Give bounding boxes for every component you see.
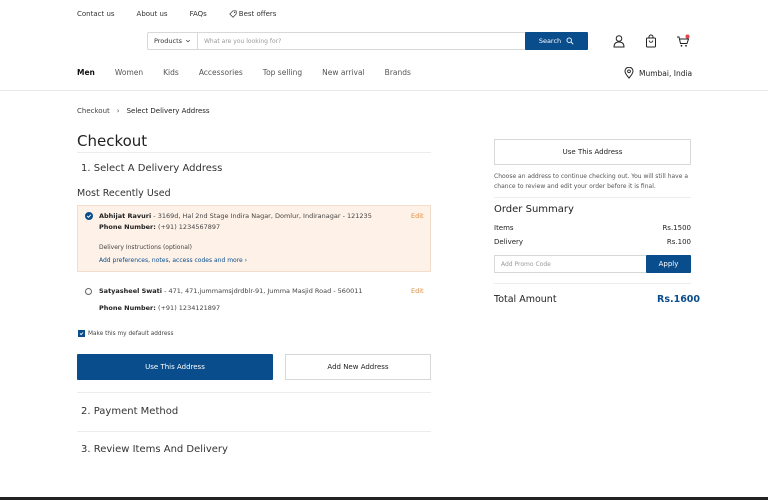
category-select[interactable]: Products	[148, 33, 198, 49]
add-preferences-link[interactable]: Add preferences, notes, access codes and…	[99, 257, 247, 264]
user-icon[interactable]	[612, 33, 626, 48]
phone-number: (+91) 1234121897	[155, 304, 221, 312]
top-links: Contact us About us FAQs Best offers	[77, 10, 276, 18]
delivery-label: Delivery	[494, 238, 524, 246]
nav-item-new-arrival[interactable]: New arrival	[322, 68, 365, 77]
address-detail: - 471, 471,jummamsjdrdblr-91, Jumma Masj…	[162, 287, 363, 295]
items-row: Items Rs.1500	[494, 224, 691, 232]
header-divider	[0, 90, 768, 91]
check-icon	[79, 332, 84, 336]
promo-code-field: Apply	[494, 255, 691, 273]
delivery-value: Rs.100	[666, 238, 691, 246]
edit-address-link[interactable]: Edit	[411, 212, 424, 220]
about-us-link[interactable]: About us	[137, 10, 168, 18]
delivery-row: Delivery Rs.100	[494, 238, 691, 246]
search-icon	[566, 37, 574, 45]
chevron-down-icon	[185, 39, 191, 43]
nav-item-top-selling[interactable]: Top selling	[263, 68, 302, 77]
promo-code-input[interactable]	[495, 260, 646, 268]
offer-tag-icon	[229, 10, 237, 18]
search-input[interactable]	[198, 33, 525, 49]
contact-us-link[interactable]: Contact us	[77, 10, 115, 18]
nav-item-kids[interactable]: Kids	[163, 68, 179, 77]
edit-address-link[interactable]: Edit	[411, 287, 424, 295]
location-selector[interactable]: Mumbai, India	[624, 67, 692, 79]
phone-line: Phone Number: (+91) 1234567897	[99, 223, 220, 231]
shopping-bag-icon[interactable]	[644, 33, 658, 48]
step-divider	[77, 431, 431, 432]
nav-item-brands[interactable]: Brands	[385, 68, 411, 77]
faqs-link[interactable]: FAQs	[190, 10, 207, 18]
step-divider	[77, 392, 431, 393]
phone-label: Phone Number:	[99, 304, 156, 312]
cart-icon[interactable]	[676, 33, 690, 47]
default-address-checkbox[interactable]	[78, 330, 85, 337]
address-radio[interactable]	[85, 288, 92, 295]
address-line: Satyasheel Swati - 471, 471,jummamsjdrdb…	[99, 287, 399, 295]
items-value: Rs.1500	[662, 224, 691, 232]
location-label: Mumbai, India	[639, 68, 693, 78]
search-button[interactable]: Search	[525, 32, 588, 50]
add-new-address-button[interactable]: Add New Address	[285, 354, 431, 380]
page-title: Checkout	[77, 132, 148, 150]
checkout-help-text: Choose an address to continue checking o…	[494, 173, 689, 190]
location-pin-icon	[624, 67, 634, 79]
address-detail: - 3169d, Hal 2nd Stage Indira Nagar, Dom…	[151, 212, 372, 220]
total-amount-value: Rs.1600	[657, 294, 701, 305]
title-divider	[77, 152, 431, 153]
category-select-value: Products	[153, 37, 183, 45]
phone-label: Phone Number:	[99, 223, 156, 231]
total-amount-label: Total Amount	[494, 294, 557, 305]
most-recently-used-heading: Most Recently Used	[77, 188, 171, 199]
step-payment-method[interactable]: 2. Payment Method	[81, 406, 178, 417]
apply-promo-button[interactable]: Apply	[646, 255, 691, 273]
add-preferences-label: Add preferences, notes, access codes and…	[99, 257, 243, 264]
address-name: Abhijat Ravuri	[99, 212, 152, 220]
phone-line: Phone Number: (+91) 1234121897	[99, 304, 220, 312]
use-this-address-button[interactable]: Use This Address	[77, 354, 273, 380]
nav-item-accessories[interactable]: Accessories	[199, 68, 243, 77]
check-icon	[86, 214, 92, 219]
address-line: Abhijat Ravuri - 3169d, Hal 2nd Stage In…	[99, 212, 399, 220]
header-icons	[612, 33, 690, 48]
breadcrumb-checkout[interactable]: Checkout	[77, 107, 110, 115]
phone-number: (+91) 1234567897	[155, 223, 221, 231]
address-name: Satyasheel Swati	[99, 287, 163, 295]
best-offers-label: Best offers	[238, 10, 277, 18]
delivery-instructions-label: Delivery Instructions (optional)	[99, 244, 192, 251]
best-offers-link[interactable]: Best offers	[229, 10, 277, 18]
address-radio-selected[interactable]	[85, 212, 93, 220]
default-address-label: Make this my default address	[88, 331, 174, 337]
chevron-right-icon: ›	[244, 257, 248, 264]
category-nav: Men Women Kids Accessories Top selling N…	[77, 68, 411, 77]
search-bar: Products Search	[147, 32, 588, 50]
search-button-label: Search	[538, 37, 562, 45]
breadcrumb-separator: ›	[116, 107, 120, 115]
order-summary-title: Order Summary	[494, 204, 574, 215]
sidebar-divider	[494, 197, 691, 198]
sidebar-divider	[494, 283, 691, 284]
step-select-address: 1. Select A Delivery Address	[81, 163, 223, 174]
items-label: Items	[494, 224, 514, 232]
nav-item-men[interactable]: Men	[77, 68, 95, 77]
sidebar-use-this-address-button[interactable]: Use This Address	[494, 139, 691, 165]
nav-item-women[interactable]: Women	[115, 68, 143, 77]
step-review-items[interactable]: 3. Review Items And Delivery	[81, 444, 228, 455]
breadcrumb-current: Select Delivery Address	[126, 107, 210, 115]
breadcrumb: Checkout › Select Delivery Address	[77, 107, 210, 115]
